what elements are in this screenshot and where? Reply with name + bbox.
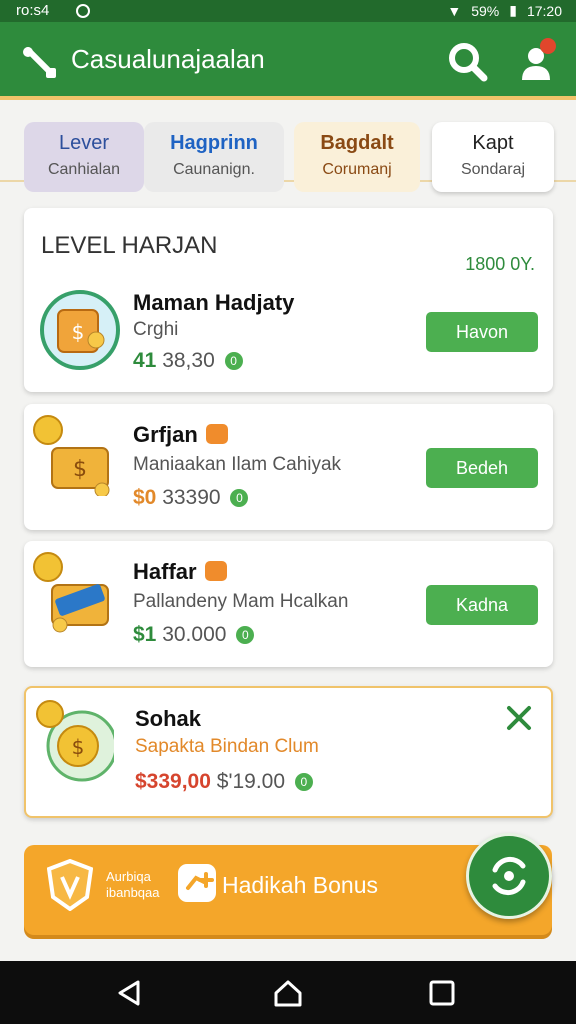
status-icons: ▼ 59% ▮ 17:20 xyxy=(447,2,562,19)
tab-lever[interactable]: Lever Canhialan xyxy=(24,122,144,192)
item-name: Grfjan xyxy=(133,422,228,448)
item-subtitle: Pallandeny Mam Hcalkan xyxy=(133,591,349,612)
item-name: Haffar xyxy=(133,559,227,585)
battery-icon: ▮ xyxy=(509,2,517,18)
ticket-wallet-icon xyxy=(33,552,109,633)
tab-hagprinn[interactable]: Hagprinn Caunanign. xyxy=(144,122,284,192)
status-clock: 17:20 xyxy=(526,2,562,19)
item-price: $339,00 $'19.00 0 xyxy=(135,770,313,794)
back-icon[interactable] xyxy=(114,977,146,1009)
item-price: 41 38,30 0 xyxy=(133,349,243,373)
tag-icon xyxy=(205,424,228,445)
item-subtitle: Crghi xyxy=(133,319,179,340)
recents-icon[interactable] xyxy=(426,977,458,1009)
app-bar: Casualunajaalan xyxy=(0,22,576,100)
shop-item-card: $ Grfjan Maniaakan Ilam Cahiyak $0 33390… xyxy=(24,404,553,530)
tab-kapt[interactable]: Kapt Sondaraj xyxy=(432,122,554,192)
item-subtitle: Sapakta Bindan Clum xyxy=(135,736,319,757)
shield-icon xyxy=(47,859,93,911)
svg-text:$: $ xyxy=(72,320,85,344)
app-title: Casualunajaalan xyxy=(71,44,265,74)
buy-button[interactable]: Bedeh xyxy=(426,448,538,488)
coin-stack-icon: $ xyxy=(36,700,114,782)
gem-icon: 0 xyxy=(294,773,313,792)
level-percent: 1800 0Y. xyxy=(465,254,535,274)
shop-item-card: Haffar Pallandeny Mam Hcalkan $1 30.000 … xyxy=(24,541,553,667)
system-nav-bar xyxy=(0,961,576,1024)
item-subtitle: Maniaakan Ilam Cahiyak xyxy=(133,454,342,475)
svg-text:$: $ xyxy=(72,735,85,759)
profile-icon[interactable] xyxy=(516,38,560,84)
item-name: Maman Hadjaty xyxy=(133,290,295,315)
item-price: $1 30.000 0 xyxy=(133,623,255,647)
bonus-label: Hadikah Bonus xyxy=(222,872,378,898)
item-price: $0 33390 0 xyxy=(133,486,249,510)
level-card: LEVEL HARJAN 1800 0Y. $ Maman Hadjaty Cr… xyxy=(24,208,553,392)
battery-level: 59% xyxy=(471,2,500,19)
buy-button[interactable]: Kadnа xyxy=(426,585,538,625)
category-tabs: Lever Canhialan Hagprinn Caunanign. Bagd… xyxy=(0,104,576,192)
tag-icon xyxy=(204,561,227,582)
home-icon[interactable] xyxy=(272,977,304,1009)
gem-icon: 0 xyxy=(230,489,249,508)
refresh-icon xyxy=(492,856,526,896)
refresh-fab[interactable] xyxy=(466,833,552,919)
tools-icon[interactable] xyxy=(20,42,60,82)
status-bar: ro:s4 ▼ 59% ▮ 17:20 xyxy=(0,0,576,22)
notification-icon xyxy=(76,4,90,18)
bonus-caption: Aurbiqa ibanbqaa xyxy=(106,869,160,900)
svg-text:$: $ xyxy=(73,457,87,482)
plus-icon xyxy=(178,864,216,902)
item-name: Sohak xyxy=(135,706,202,731)
gem-icon: 0 xyxy=(224,352,243,371)
coin-bag-icon: $ xyxy=(33,415,110,496)
wallet-coin-icon: $ xyxy=(40,290,120,370)
level-heading: LEVEL HARJAN xyxy=(41,232,218,259)
close-icon[interactable] xyxy=(505,704,533,732)
sale-item-card: $ Sohak Sapakta Bindan Clum $339,00 $'19… xyxy=(24,686,553,818)
search-icon[interactable] xyxy=(446,40,488,82)
gem-icon: 0 xyxy=(236,626,255,645)
signal-icon: ▼ xyxy=(447,2,462,19)
buy-button[interactable]: Havon xyxy=(426,312,538,352)
status-time: ro:s4 xyxy=(16,2,50,19)
tab-bagdalt[interactable]: Bagdalt Corumanj xyxy=(294,122,420,192)
